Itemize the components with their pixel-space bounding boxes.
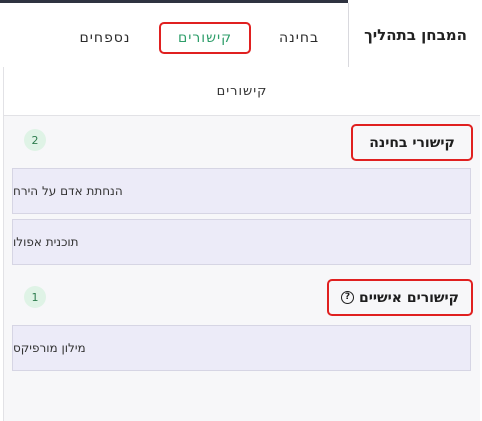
links-panel: קישורים קישורי בחינה 2 הנחתת אדם על הירח… xyxy=(3,67,480,421)
personal-links-count-badge: 1 xyxy=(24,286,46,308)
panel-title: קישורים xyxy=(4,67,480,116)
exam-link-item[interactable]: תוכנית אפולו xyxy=(12,219,471,265)
personal-link-label: מילון מורפיקס xyxy=(13,341,86,355)
exam-status-title: המבחן בתהליך xyxy=(348,3,482,67)
exam-link-label: הנחתת אדם על הירח xyxy=(13,184,123,198)
personal-links-heading-label: קישורים אישיים xyxy=(359,289,459,306)
help-circle-icon[interactable]: ? xyxy=(341,291,355,304)
personal-links-heading: קישורים אישיים ? xyxy=(327,279,473,316)
personal-link-item[interactable]: מילון מורפיקס xyxy=(12,325,471,371)
exam-link-label: תוכנית אפולו xyxy=(13,235,79,249)
header-bar: המבחן בתהליך בחינה קישורים נספחים xyxy=(0,3,482,67)
tab-exam[interactable]: בחינה xyxy=(268,22,330,54)
tab-appendices[interactable]: נספחים xyxy=(66,22,144,54)
exam-link-item[interactable]: הנחתת אדם על הירח xyxy=(12,168,471,214)
tab-links[interactable]: קישורים xyxy=(159,22,251,54)
exam-links-count-badge: 2 xyxy=(24,129,46,151)
exam-links-heading-label: קישורי בחינה xyxy=(369,134,455,151)
exam-links-heading: קישורי בחינה xyxy=(351,124,473,161)
